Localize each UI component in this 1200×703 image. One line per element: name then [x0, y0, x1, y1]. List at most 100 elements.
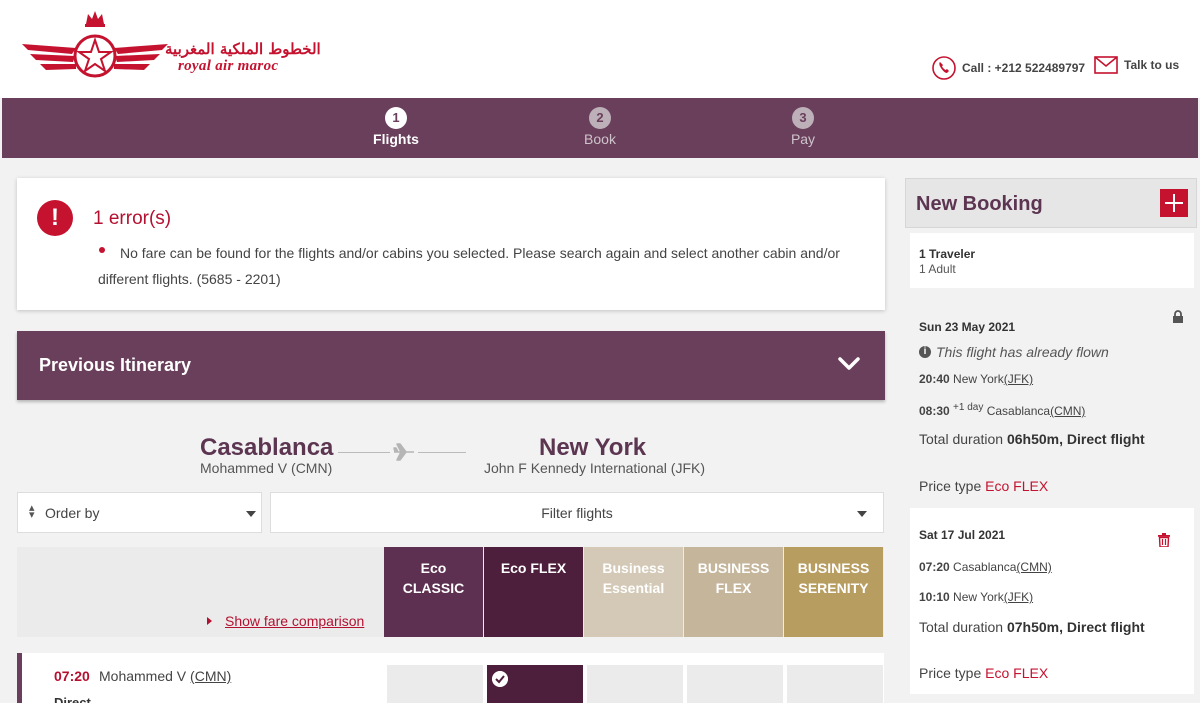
route-line — [338, 452, 390, 453]
caret-down-icon — [246, 511, 256, 517]
previous-itinerary-toggle[interactable]: Previous Itinerary — [17, 331, 885, 400]
error-panel: ! 1 error(s) No fare can be found for th… — [17, 178, 885, 310]
segment-departure: 07:20 Casablanca(CMN) — [919, 560, 1052, 574]
fare-cell-business-flex[interactable] — [687, 665, 783, 703]
duration-value: 06h50m, Direct flight — [1006, 431, 1145, 447]
check-icon — [492, 671, 508, 687]
header: الخطوط الملكية المغربية royal air maroc … — [0, 0, 1200, 98]
traveler-count: 1 Traveler — [919, 247, 976, 261]
price-type-label: Price type — [919, 665, 982, 681]
adult-count: 1 Adult — [919, 262, 956, 276]
fare-line2: SERENITY — [798, 580, 869, 596]
duration-value: 07h50m, Direct flight — [1006, 619, 1145, 635]
step-pay[interactable]: 3 Pay — [763, 107, 843, 147]
route-origin-airport: Mohammed V (CMN) — [200, 460, 333, 476]
arrival-city: Casablanca — [986, 404, 1051, 418]
talk-to-us-link[interactable]: Talk to us — [1094, 56, 1179, 74]
price-type-label: Price type — [919, 478, 982, 494]
step-number: 2 — [589, 107, 611, 129]
route-line — [418, 452, 466, 453]
flight-departure-time: 07:20 — [54, 668, 90, 684]
new-booking-plus-button[interactable] — [1160, 189, 1188, 217]
price-type-value: Eco FLEX — [985, 665, 1049, 681]
arrival-day-offset: +1 day — [953, 402, 984, 413]
filter-flights-dropdown[interactable]: Filter flights — [270, 492, 884, 533]
step-number: 3 — [792, 107, 814, 129]
logo-emblem-icon — [22, 11, 168, 78]
fare-eco-classic[interactable]: Eco CLASSIC — [384, 547, 483, 637]
logo-text-english: royal air maroc — [178, 58, 279, 74]
route-destination-airport: John F Kennedy International (JFK) — [484, 460, 706, 476]
error-title: 1 error(s) — [93, 208, 172, 229]
arrival-time: 10:10 — [919, 590, 950, 604]
plane-icon — [393, 443, 414, 461]
sort-icon: ▴ ▾ — [29, 502, 35, 521]
arrival-time: 08:30 — [919, 404, 950, 418]
show-fare-comparison-link[interactable]: Show fare comparison — [207, 613, 364, 629]
caret-down-icon — [857, 511, 867, 517]
previous-itinerary-title: Previous Itinerary — [39, 355, 192, 375]
fare-cell-business-essential[interactable] — [587, 665, 683, 703]
flight-airport-code: (CMN) — [190, 668, 232, 684]
arrival-code: (JFK) — [1003, 590, 1034, 604]
booking-segment-return: Sat 17 Jul 2021 07:20 Casablanca(CMN) 10… — [910, 508, 1194, 694]
error-message: No fare can be found for the flights and… — [98, 245, 840, 287]
mail-icon — [1094, 56, 1118, 74]
departure-code: (CMN) — [1016, 560, 1052, 574]
segment-departure: 20:40 New York(JFK) — [919, 372, 1033, 386]
new-booking-title: New Booking — [916, 193, 1043, 215]
fare-line1: BUSINESS — [797, 560, 870, 576]
lock-icon — [1173, 310, 1183, 323]
flight-airport-name: Mohammed V — [99, 668, 187, 684]
segment-date: Sun 23 May 2021 — [919, 320, 1016, 334]
call-label: Call : +212 522489797 — [962, 61, 1086, 75]
call-link[interactable]: Call : +212 522489797 — [932, 56, 1085, 80]
step-label: Book — [584, 131, 616, 147]
route-destination-city: New York — [539, 434, 647, 461]
step-book[interactable]: 2 Book — [560, 107, 640, 147]
segment-price-type: Price type Eco FLEX — [919, 665, 1048, 681]
fare-business-essential[interactable]: Business Essential — [584, 547, 683, 637]
flight-departure-airport: Mohammed V (CMN) — [99, 668, 231, 684]
step-label: Flights — [373, 131, 419, 147]
step-label: Pay — [790, 131, 816, 147]
filter-flights-label: Filter flights — [541, 505, 613, 521]
fare-business-flex[interactable]: BUSINESS FLEX — [684, 547, 783, 637]
error-icon: ! — [37, 200, 73, 236]
show-fare-comparison-label: Show fare comparison — [225, 613, 365, 629]
fare-cell-eco-flex[interactable] — [487, 665, 583, 703]
logo-text-arabic: الخطوط الملكية المغربية — [165, 40, 321, 58]
fare-line1: Eco FLEX — [500, 560, 567, 576]
fare-line1: BUSINESS — [697, 560, 770, 576]
segment-arrival: 08:30 +1 day Casablanca(CMN) — [919, 402, 1085, 418]
segment-date: Sat 17 Jul 2021 — [919, 528, 1006, 542]
new-booking-header: New Booking — [905, 178, 1197, 228]
segment-price-type: Price type Eco FLEX — [919, 478, 1048, 494]
price-type-value: Eco FLEX — [985, 478, 1049, 494]
chevron-down-icon — [838, 357, 860, 370]
travelers-summary: 1 Traveler 1 Adult — [910, 233, 1194, 288]
caret-right-icon — [207, 617, 212, 625]
order-by-label: Order by — [45, 505, 100, 521]
arrival-city: New York — [953, 590, 1004, 604]
fare-eco-flex[interactable]: Eco FLEX — [484, 547, 583, 637]
phone-icon — [932, 56, 956, 80]
order-by-dropdown[interactable]: ▴ ▾ Order by — [17, 492, 262, 533]
departure-code: (JFK) — [1003, 372, 1034, 386]
fare-line1: Business — [602, 560, 665, 576]
step-number: 1 — [385, 107, 407, 129]
flown-note: i This flight has already flown — [919, 344, 1109, 360]
step-flights[interactable]: 1 Flights — [356, 107, 436, 147]
departure-time: 07:20 — [919, 560, 950, 574]
fare-cell-eco-classic[interactable] — [387, 665, 483, 703]
flight-type: Direct — [54, 695, 91, 703]
flown-note-text: This flight has already flown — [936, 344, 1109, 360]
arrival-code: (CMN) — [1050, 404, 1086, 418]
segment-duration: Total duration 07h50m, Direct flight — [919, 617, 1149, 638]
trash-icon[interactable] — [1158, 533, 1170, 547]
fare-cell-business-serenity[interactable] — [787, 665, 883, 703]
info-icon: i — [919, 346, 931, 358]
fare-business-serenity[interactable]: BUSINESS SERENITY — [784, 547, 883, 637]
segment-arrival: 10:10 New York(JFK) — [919, 590, 1033, 604]
talk-label: Talk to us — [1124, 58, 1180, 72]
